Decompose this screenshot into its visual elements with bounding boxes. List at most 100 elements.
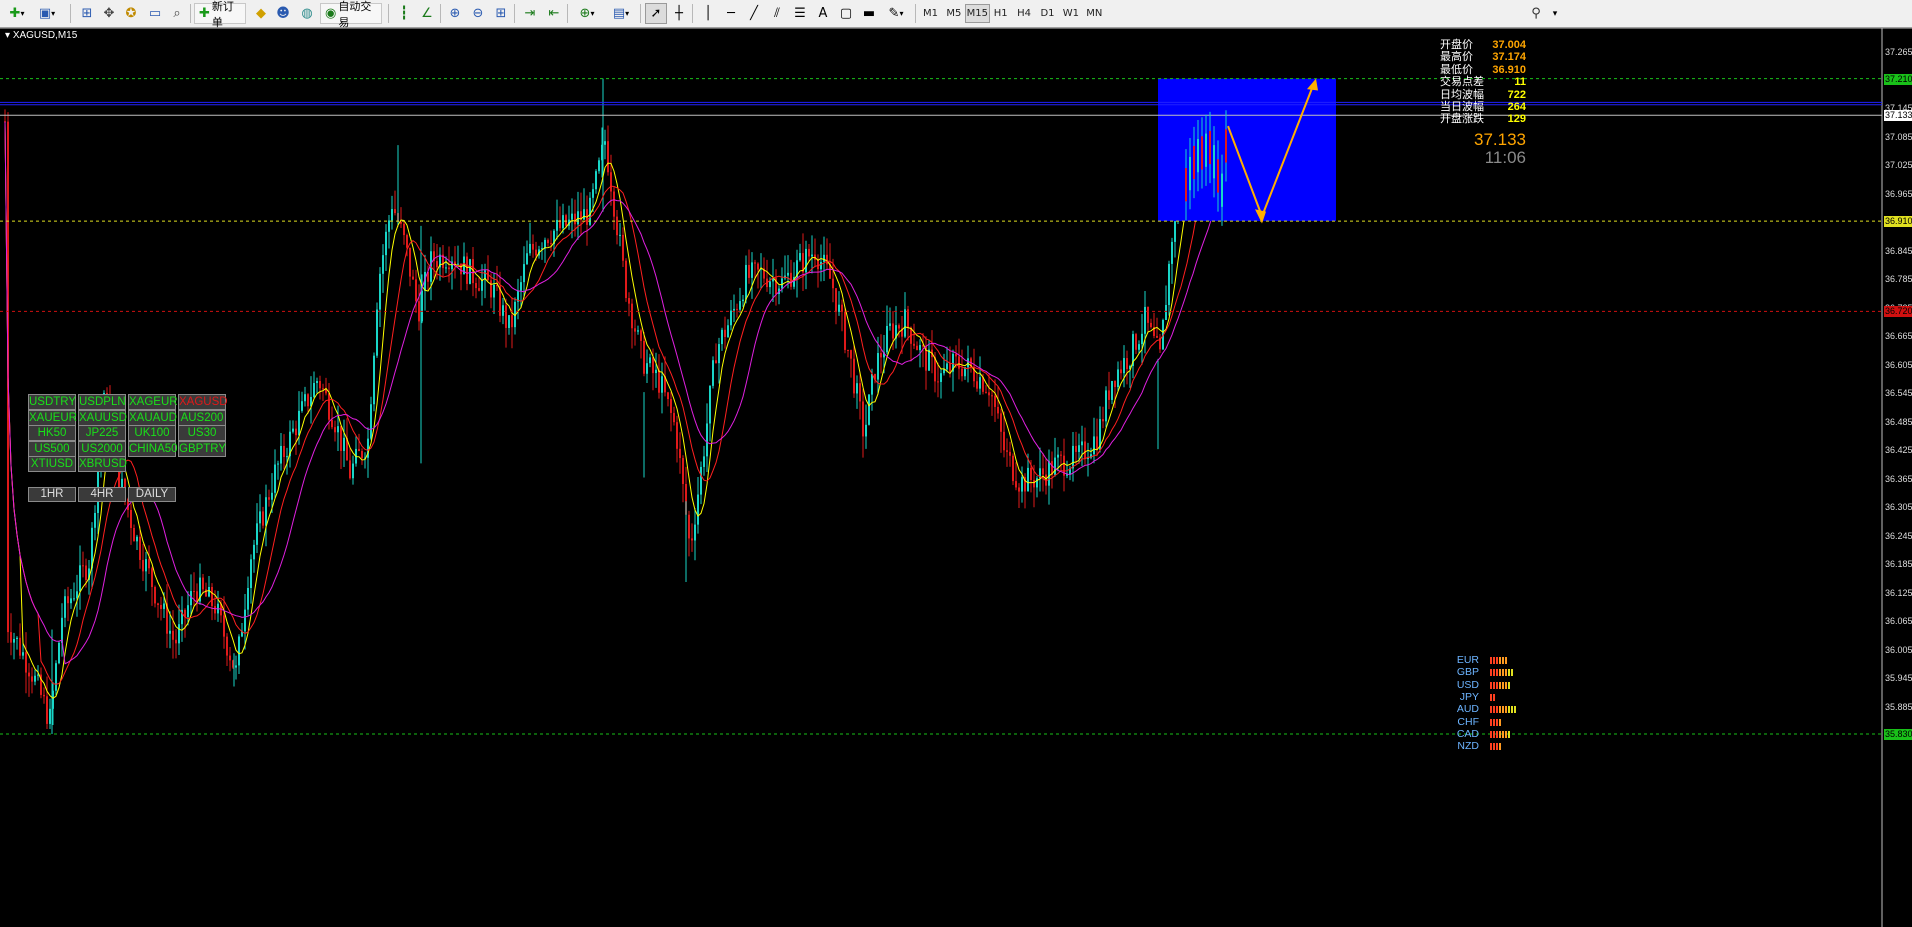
symbol-button-xauaud[interactable]: XAUAUD bbox=[128, 409, 177, 426]
symbol-button-china50[interactable]: CHINA50 bbox=[128, 440, 178, 457]
navigator-icon[interactable]: ✥ bbox=[98, 3, 120, 24]
market-icon[interactable]: ◍ bbox=[296, 3, 318, 24]
text-label-icon[interactable]: ▢ bbox=[835, 3, 857, 24]
zoom-in-icon[interactable]: ⊕ bbox=[444, 3, 466, 24]
symbol-button-xageur[interactable]: XAGEUR bbox=[128, 394, 178, 410]
panel-timeframe-4hr-button[interactable]: 4HR bbox=[78, 487, 126, 502]
candle-body bbox=[85, 565, 87, 581]
candle-body bbox=[1120, 369, 1122, 374]
candle-body bbox=[961, 368, 963, 377]
info-label: 开盘涨跌 bbox=[1440, 113, 1484, 126]
text-icon[interactable]: A bbox=[812, 3, 834, 24]
new-order-button[interactable]: ✚ 新订单 bbox=[194, 0, 246, 29]
zoom-out-icon[interactable]: ⊖ bbox=[467, 3, 489, 24]
symbol-button-xaueur[interactable]: XAUEUR bbox=[28, 409, 77, 426]
candle-body bbox=[13, 638, 15, 643]
trendline-icon[interactable]: ╱ bbox=[743, 3, 765, 24]
candle-body bbox=[322, 388, 324, 390]
price-axis-label: 36.245 bbox=[1885, 530, 1912, 541]
currency-strength-bars bbox=[1490, 706, 1516, 714]
candle-body bbox=[1165, 304, 1167, 320]
shapes-icon[interactable]: ✎ ▾ bbox=[881, 3, 911, 24]
symbol-button-us2000[interactable]: US2000 bbox=[78, 440, 126, 457]
fibonacci-icon[interactable]: ☰ bbox=[789, 3, 811, 24]
timeframe-m15-button[interactable]: M15 bbox=[964, 4, 990, 23]
symbol-button-usdpln[interactable]: USDPLN bbox=[78, 394, 126, 410]
symbol-button-us30[interactable]: US30 bbox=[178, 425, 226, 442]
timeframe-d1-button[interactable]: D1 bbox=[1035, 4, 1060, 23]
symbol-button-aus200[interactable]: AUS200 bbox=[178, 409, 226, 426]
auto-scroll-icon[interactable]: ⇥ bbox=[519, 3, 541, 24]
metaeditor-icon[interactable]: ◆ bbox=[250, 3, 272, 24]
data-window-icon[interactable]: ✪ bbox=[120, 3, 142, 24]
strength-bar bbox=[1499, 681, 1501, 689]
symbol-button-uk100[interactable]: UK100 bbox=[128, 425, 176, 442]
candle-body bbox=[703, 456, 705, 467]
timeframe-m1-button[interactable]: M1 bbox=[918, 4, 943, 23]
chart-shift-icon[interactable]: ⇤ bbox=[543, 3, 565, 24]
candle-body bbox=[985, 391, 987, 393]
candle-body bbox=[727, 325, 729, 338]
cursor-icon[interactable]: ➚ bbox=[645, 3, 667, 24]
auto-trading-button[interactable]: ◉ 自动交易 bbox=[320, 0, 382, 29]
candle-body bbox=[562, 215, 564, 229]
timeframe-mn-button[interactable]: MN bbox=[1082, 4, 1107, 23]
candle-body bbox=[1135, 334, 1137, 350]
rectangle-icon[interactable]: ▬ bbox=[858, 3, 880, 24]
indicators-icon[interactable]: ⊕ ▾ bbox=[572, 3, 602, 24]
symbol-button-xauusd[interactable]: XAUUSD bbox=[78, 409, 127, 426]
periods-icon[interactable]: ▤ ▾ bbox=[606, 3, 636, 24]
candle-body bbox=[1102, 419, 1104, 422]
candle-body bbox=[265, 497, 267, 526]
timeframe-h1-button[interactable]: H1 bbox=[988, 4, 1013, 23]
timeframe-w1-button[interactable]: W1 bbox=[1058, 4, 1083, 23]
bar-chart-icon[interactable]: ┇ bbox=[393, 3, 415, 24]
tile-windows-icon[interactable]: ⊞ bbox=[490, 3, 512, 24]
signals-icon[interactable]: ☻ bbox=[272, 3, 294, 24]
timeframe-h4-button[interactable]: H4 bbox=[1012, 4, 1037, 23]
panel-timeframe-daily-button[interactable]: DAILY bbox=[128, 487, 176, 502]
profiles-icon[interactable]: ▣ ▾ bbox=[36, 3, 58, 24]
channel-icon[interactable]: ⫽ bbox=[766, 3, 788, 24]
symbol-button-gbptry[interactable]: GBPTRY bbox=[178, 440, 226, 457]
strength-bar bbox=[1499, 743, 1501, 751]
symbol-button-usdtry[interactable]: USDTRY bbox=[28, 394, 76, 410]
horizontal-line-icon[interactable]: ─ bbox=[720, 3, 742, 24]
candle-body bbox=[1209, 130, 1211, 165]
new-chart-icon[interactable]: ✚ ▾ bbox=[6, 3, 28, 24]
search-icon[interactable]: ⚲ bbox=[1525, 3, 1547, 24]
currency-name: CAD bbox=[1456, 727, 1479, 740]
strength-bar bbox=[1502, 657, 1504, 664]
price-chart[interactable] bbox=[0, 28, 1912, 927]
symbol-button-xtiusd[interactable]: XTIUSD bbox=[28, 456, 76, 473]
symbol-button-jp225[interactable]: JP225 bbox=[78, 425, 126, 442]
panel-timeframe-1hr-button[interactable]: 1HR bbox=[28, 487, 76, 502]
candle-body bbox=[988, 392, 990, 396]
currency-name: NZD bbox=[1457, 740, 1479, 753]
candle-body bbox=[856, 383, 858, 394]
price-axis-label: 36.545 bbox=[1885, 388, 1912, 399]
timeframe-m5-button[interactable]: M5 bbox=[941, 4, 966, 23]
candle-body bbox=[235, 665, 237, 668]
candle-body bbox=[469, 259, 471, 284]
candle-body bbox=[64, 596, 66, 618]
candle-body bbox=[1015, 481, 1017, 488]
candle-body bbox=[46, 696, 48, 724]
symbol-button-xbrusd[interactable]: XBRUSD bbox=[78, 456, 127, 473]
vertical-line-icon[interactable]: │ bbox=[697, 3, 719, 24]
terminal-icon[interactable]: ▭ bbox=[144, 3, 166, 24]
symbol-button-us500[interactable]: US500 bbox=[28, 440, 76, 457]
menu-arrow-icon[interactable]: ▾ bbox=[1548, 3, 1562, 24]
crosshair-icon[interactable]: ┼ bbox=[668, 3, 690, 24]
symbol-button-xagusd[interactable]: XAGUSD bbox=[178, 394, 228, 410]
candle-body bbox=[640, 330, 642, 341]
symbol-button-hk50[interactable]: HK50 bbox=[28, 425, 76, 442]
market-watch-icon[interactable]: ⊞ bbox=[76, 3, 98, 24]
chart-overlay bbox=[0, 28, 1912, 927]
price-axis-label: 36.005 bbox=[1885, 644, 1912, 655]
strength-bar bbox=[1493, 718, 1495, 726]
line-chart-icon[interactable]: ∠ bbox=[416, 3, 438, 24]
candle-body bbox=[742, 299, 744, 302]
candle-body bbox=[520, 282, 522, 291]
strategy-tester-icon[interactable]: ⌕ bbox=[166, 3, 188, 24]
